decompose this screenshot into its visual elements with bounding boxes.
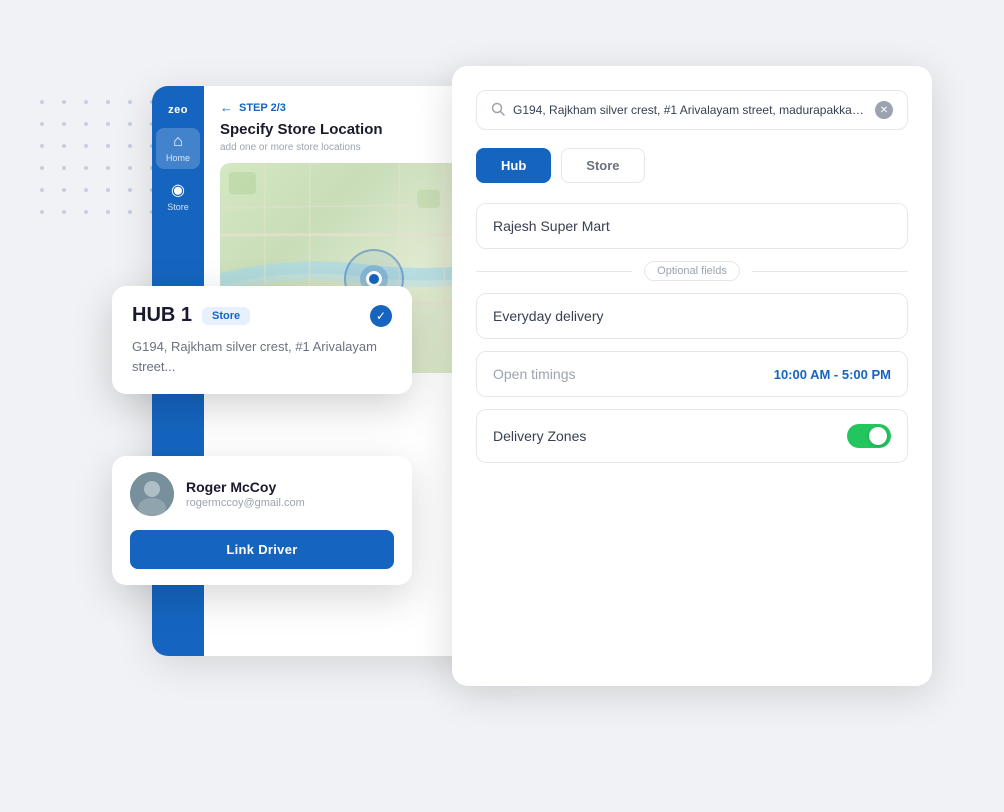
search-input-value: G194, Rajkham silver crest, #1 Arivalaya…: [513, 103, 867, 117]
divider-line-left: [476, 271, 632, 272]
optional-label: Optional fields: [644, 261, 740, 281]
link-driver-button[interactable]: Link Driver: [130, 530, 394, 569]
driver-details: Roger McCoy rogermccoy@gmail.com: [186, 479, 305, 509]
search-icon: [491, 102, 505, 119]
timings-label: Open timings: [493, 366, 575, 382]
hub-card: HUB 1 Store ✓ G194, Rajkham silver crest…: [112, 286, 412, 394]
description-field[interactable]: Everyday delivery: [476, 293, 908, 339]
back-arrow-icon: ←: [220, 100, 233, 115]
sidebar-item-home[interactable]: ⌂ Home: [156, 128, 200, 169]
sidebar-item-store[interactable]: ◉ Store: [156, 177, 200, 218]
driver-avatar: [130, 472, 174, 516]
toggle-thumb: [869, 427, 887, 445]
driver-info: Roger McCoy rogermccoy@gmail.com: [130, 472, 394, 516]
driver-name: Roger McCoy: [186, 479, 305, 495]
hub-address: G194, Rajkham silver crest, #1 Arivalaya…: [132, 337, 392, 376]
hub-card-header: HUB 1 Store ✓: [132, 304, 392, 327]
optional-fields-divider: Optional fields: [476, 261, 908, 281]
sidebar-store-label: Store: [167, 202, 189, 212]
store-icon: ◉: [171, 183, 185, 199]
driver-email: rogermccoy@gmail.com: [186, 497, 305, 509]
open-timings-field[interactable]: Open timings 10:00 AM - 5:00 PM: [476, 351, 908, 397]
store-name-field[interactable]: Rajesh Super Mart: [476, 203, 908, 249]
delivery-zones-label: Delivery Zones: [493, 428, 586, 444]
map-pin: [366, 271, 382, 287]
store-form-panel: G194, Rajkham silver crest, #1 Arivalaya…: [452, 66, 932, 686]
logo: zeo: [160, 100, 196, 120]
tab-hub[interactable]: Hub: [476, 148, 551, 183]
hub-title: HUB 1: [132, 304, 192, 327]
divider-line-right: [752, 271, 908, 272]
tab-store[interactable]: Store: [561, 148, 644, 183]
delivery-zones-toggle[interactable]: [847, 424, 891, 448]
step-text: STEP 2/3: [239, 102, 286, 114]
driver-card: Roger McCoy rogermccoy@gmail.com Link Dr…: [112, 456, 412, 585]
delivery-zones-field[interactable]: Delivery Zones: [476, 409, 908, 463]
store-type-badge: Store: [202, 307, 250, 325]
hub-check-icon: ✓: [370, 305, 392, 327]
sidebar-home-label: Home: [166, 153, 190, 163]
home-icon: ⌂: [173, 134, 183, 150]
hub-store-tabs: Hub Store: [476, 148, 908, 183]
address-search-bar[interactable]: G194, Rajkham silver crest, #1 Arivalaya…: [476, 90, 908, 130]
toggle-track: [847, 424, 891, 448]
search-clear-button[interactable]: ✕: [875, 101, 893, 119]
main-container: zeo ⌂ Home ◉ Store ← STEP 2/3 Specify St…: [72, 66, 932, 746]
timings-value: 10:00 AM - 5:00 PM: [774, 367, 891, 382]
